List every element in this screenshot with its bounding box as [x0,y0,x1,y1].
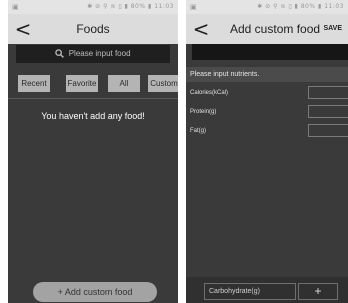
nutrient-select[interactable]: Carbohydrate(g) [204,283,296,300]
back-button[interactable]: < [190,14,212,44]
tab-favorite[interactable]: Favorite [66,75,98,92]
nutrient-label: Calories(kCal) [190,90,229,96]
status-bar: ▣ ✱ ⊘ ⚲ ≋ ▯ ▮ 80% ▮ 11:03 [186,0,348,14]
status-icons: ✱ ⊘ ⚲ ≋ ▯ ▮ 80% ▮ 11:03 [87,3,174,10]
calories-input[interactable] [308,86,348,99]
divider [8,98,178,99]
page-title: Foods [76,22,110,36]
status-icons: ✱ ⊘ ⚲ ≋ ▯ ▮ 80% ▮ 11:03 [257,3,344,10]
tab-custom[interactable]: Custom [148,75,178,92]
nutrient-label: Fat(g) [190,128,207,134]
notification-icon: ▣ [190,3,197,11]
nutrients-hint: Please input nutrients. [186,67,348,82]
notification-icon: ▣ [12,3,19,11]
save-button[interactable]: SAVE [323,14,342,44]
add-nutrient-button[interactable]: + [298,283,338,300]
search-input[interactable]: Please input food [16,45,170,63]
status-bar: ▣ ✱ ⊘ ⚲ ≋ ▯ ▮ 80% ▮ 11:03 [8,0,178,14]
fat-input[interactable] [308,124,348,137]
search-icon [55,49,65,59]
protein-input[interactable] [308,105,348,118]
nutrient-label: Protein(g) [190,109,217,115]
app-bar: < Add custom food SAVE [186,14,348,44]
tab-all[interactable]: All [108,75,140,92]
foods-screen: ▣ ✱ ⊘ ⚲ ≋ ▯ ▮ 80% ▮ 11:03 < Foods Please… [8,0,178,303]
nutrient-row-protein: Protein(g) [186,103,348,121]
app-bar: < Foods [8,14,178,44]
tab-recent[interactable]: Recent [18,75,50,92]
food-name-input[interactable] [192,44,348,60]
nutrient-row-calories: Calories(kCal) [186,84,348,102]
empty-state-message: You haven't add any food! [41,111,145,121]
add-custom-food-screen: ▣ ✱ ⊘ ⚲ ≋ ▯ ▮ 80% ▮ 11:03 < Add custom f… [186,0,348,303]
search-placeholder: Please input food [68,49,131,58]
add-custom-food-button[interactable]: + Add custom food [33,282,157,302]
page-title: Add custom food [230,22,321,36]
food-filter-tabs: Recent Favorite All Custom [16,75,178,92]
nutrient-row-fat: Fat(g) [186,122,348,140]
add-nutrient-bar: Carbohydrate(g) + [186,277,348,303]
